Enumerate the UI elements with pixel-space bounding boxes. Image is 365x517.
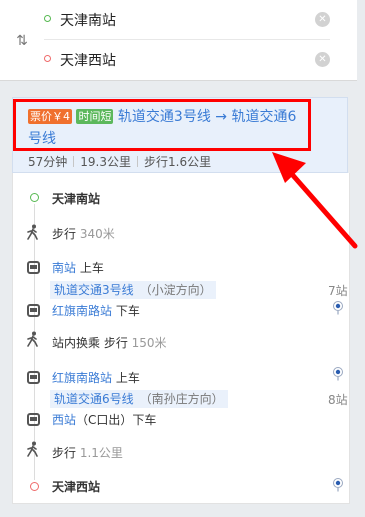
board-step-2: 红旗南路站 上车 xyxy=(52,371,140,385)
plan-stats: 57分钟 19.3公里 步行1.6公里 xyxy=(28,153,211,170)
origin-dot-icon xyxy=(44,15,51,22)
destination-field[interactable]: 天津西站 ✕ xyxy=(44,41,330,79)
destination-dot-icon xyxy=(44,55,51,62)
line-6-chip[interactable]: 轨道交通6号线 （南孙庄方向） xyxy=(50,390,228,408)
origin-field[interactable]: 天津南站 ✕ xyxy=(44,1,330,40)
route-panel: ⇅ 天津南站 ✕ 天津西站 ✕ 票价￥4 时间短 轨道交通3号线 → 轨道交通6… xyxy=(0,0,365,517)
alight-station-link[interactable]: 西站 xyxy=(52,413,76,427)
walk-step-2: 步行 1.1公里 xyxy=(52,446,123,460)
bus-icon xyxy=(27,304,40,317)
bus-icon xyxy=(27,371,40,384)
alight-step-1: 红旗南路站 下车 xyxy=(52,304,140,318)
bus-icon xyxy=(27,261,40,274)
start-dot-icon xyxy=(30,193,39,202)
route-search-box: ⇅ 天津南站 ✕ 天津西站 ✕ xyxy=(0,0,357,81)
location-pin-icon[interactable] xyxy=(332,301,344,315)
line-3-stop-count: 7站 xyxy=(328,284,348,298)
line-3-chip[interactable]: 轨道交通3号线 （小淀方向） xyxy=(50,281,216,299)
destination-input[interactable]: 天津西站 xyxy=(60,50,116,70)
swap-direction-icon[interactable]: ⇅ xyxy=(12,32,32,50)
walk-icon xyxy=(27,331,38,347)
end-station: 天津西站 xyxy=(52,480,101,494)
clear-origin-icon[interactable]: ✕ xyxy=(315,12,330,27)
board-station-link[interactable]: 南站 xyxy=(52,261,76,275)
start-station: 天津南站 xyxy=(52,192,101,206)
location-pin-icon[interactable] xyxy=(332,367,344,381)
origin-input[interactable]: 天津南站 xyxy=(60,10,116,30)
walk-icon xyxy=(27,441,38,457)
board-station-link[interactable]: 红旗南路站 xyxy=(52,371,112,385)
clear-destination-icon[interactable]: ✕ xyxy=(315,52,330,67)
transfer-step: 站内换乘 步行 150米 xyxy=(52,336,167,350)
annotation-highlight-box xyxy=(13,99,311,151)
line-6-stop-count: 8站 xyxy=(328,393,348,407)
walk-step-1: 步行 340米 xyxy=(52,227,115,241)
bus-icon xyxy=(27,413,40,426)
location-pin-icon[interactable] xyxy=(332,478,344,492)
distance-text: 19.3公里 xyxy=(80,155,132,169)
alight-station-link[interactable]: 红旗南路站 xyxy=(52,304,112,318)
board-step-1: 南站 上车 xyxy=(52,261,104,275)
duration-text: 57分钟 xyxy=(28,155,68,169)
walk-distance-text: 步行1.6公里 xyxy=(144,155,212,169)
end-dot-icon xyxy=(30,482,39,491)
walk-icon xyxy=(27,224,38,240)
alight-step-2: 西站（C口出）下车 xyxy=(52,413,157,427)
